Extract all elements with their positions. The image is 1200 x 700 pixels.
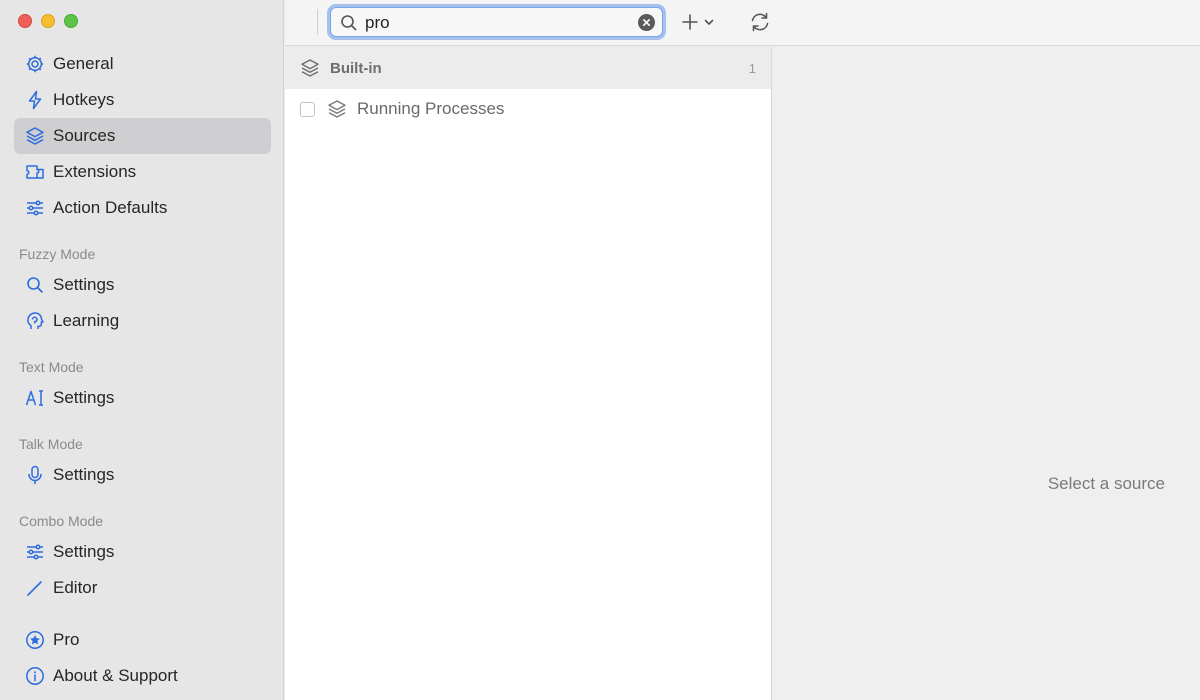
bolt-icon (24, 89, 46, 111)
sidebar-item-fuzzy-learning[interactable]: Learning (14, 303, 271, 339)
sidebar-item-hotkeys[interactable]: Hotkeys (14, 82, 271, 118)
sidebar-item-label: Settings (53, 275, 115, 294)
window-controls (18, 14, 78, 28)
chevron-down-icon (704, 19, 714, 25)
layers-icon (24, 125, 46, 147)
text-cursor-icon (24, 387, 46, 409)
list-item-label: Running Processes (357, 99, 505, 118)
sidebar-item-label: About & Support (53, 666, 178, 685)
clear-search-button[interactable] (638, 14, 655, 31)
minimize-window-button[interactable] (41, 14, 55, 28)
group-label: Built-in (330, 59, 382, 77)
toolbar (285, 0, 1200, 46)
sidebar-item-text-settings[interactable]: Settings (14, 380, 271, 416)
sliders-icon (24, 197, 46, 219)
empty-state-message: Select a source (1047, 474, 1165, 493)
brain-head-icon (24, 310, 46, 332)
magnifier-icon (24, 274, 46, 296)
sidebar-item-label: Settings (53, 542, 115, 561)
sidebar-item-label: Settings (53, 388, 115, 407)
group-header-built-in[interactable]: Built-in 1 (285, 47, 771, 89)
gear-icon (24, 53, 46, 75)
sidebar-item-label: General (53, 54, 114, 73)
layers-icon (301, 59, 319, 77)
sidebar-item-extensions[interactable]: Extensions (14, 154, 271, 190)
search-input[interactable] (365, 11, 625, 35)
sidebar-item-label: Pro (53, 630, 80, 649)
sidebar-item-label: Sources (53, 126, 116, 145)
sidebar-item-combo-editor[interactable]: Editor (14, 570, 271, 606)
sidebar-item-label: Extensions (53, 162, 137, 181)
sliders-icon (24, 541, 46, 563)
enable-checkbox[interactable] (300, 101, 315, 117)
detail-pane: Select a source (773, 47, 1200, 700)
section-header-combo-mode: Combo Mode (19, 513, 104, 529)
refresh-icon[interactable] (748, 10, 772, 34)
microphone-icon (24, 464, 46, 486)
list-item[interactable]: Running Processes (285, 89, 771, 129)
section-header-talk-mode: Talk Mode (19, 436, 83, 452)
source-list: Built-in 1 Running Processes (285, 47, 772, 700)
sidebar-item-label: Hotkeys (53, 90, 115, 109)
preferences-window: General Hotkeys Sources Extensions Actio… (0, 0, 1200, 700)
layers-icon (328, 100, 346, 118)
star-circle-icon (24, 629, 46, 651)
pencil-icon (24, 577, 46, 599)
zoom-window-button[interactable] (64, 14, 78, 28)
sidebar-item-about-support[interactable]: About & Support (14, 658, 271, 694)
sidebar-item-label: Action Defaults (53, 198, 168, 217)
sidebar-item-general[interactable]: General (14, 46, 271, 82)
search-field[interactable] (327, 4, 666, 40)
sidebar-item-label: Learning (53, 311, 120, 330)
sidebar-item-label: Editor (53, 578, 98, 597)
toolbar-separator (317, 9, 318, 35)
sidebar-item-combo-settings[interactable]: Settings (14, 534, 271, 570)
add-source-menu-button[interactable] (681, 10, 715, 34)
sidebar-item-action-defaults[interactable]: Action Defaults (14, 190, 271, 226)
info-circle-icon (24, 665, 46, 687)
clear-icon (642, 18, 651, 27)
sidebar-item-sources[interactable]: Sources (14, 118, 271, 154)
extension-icon (24, 161, 46, 183)
group-count: 1 (748, 60, 756, 76)
sidebar-item-fuzzy-settings[interactable]: Settings (14, 267, 271, 303)
close-window-button[interactable] (18, 14, 32, 28)
section-header-fuzzy-mode: Fuzzy Mode (19, 246, 96, 262)
sidebar-item-talk-settings[interactable]: Settings (14, 457, 271, 493)
section-header-text-mode: Text Mode (19, 359, 84, 375)
sidebar: General Hotkeys Sources Extensions Actio… (0, 0, 284, 700)
sidebar-item-label: Settings (53, 465, 115, 484)
search-icon (341, 15, 357, 31)
search-box (330, 7, 663, 37)
sidebar-item-pro[interactable]: Pro (14, 622, 271, 658)
plus-icon (682, 14, 698, 30)
